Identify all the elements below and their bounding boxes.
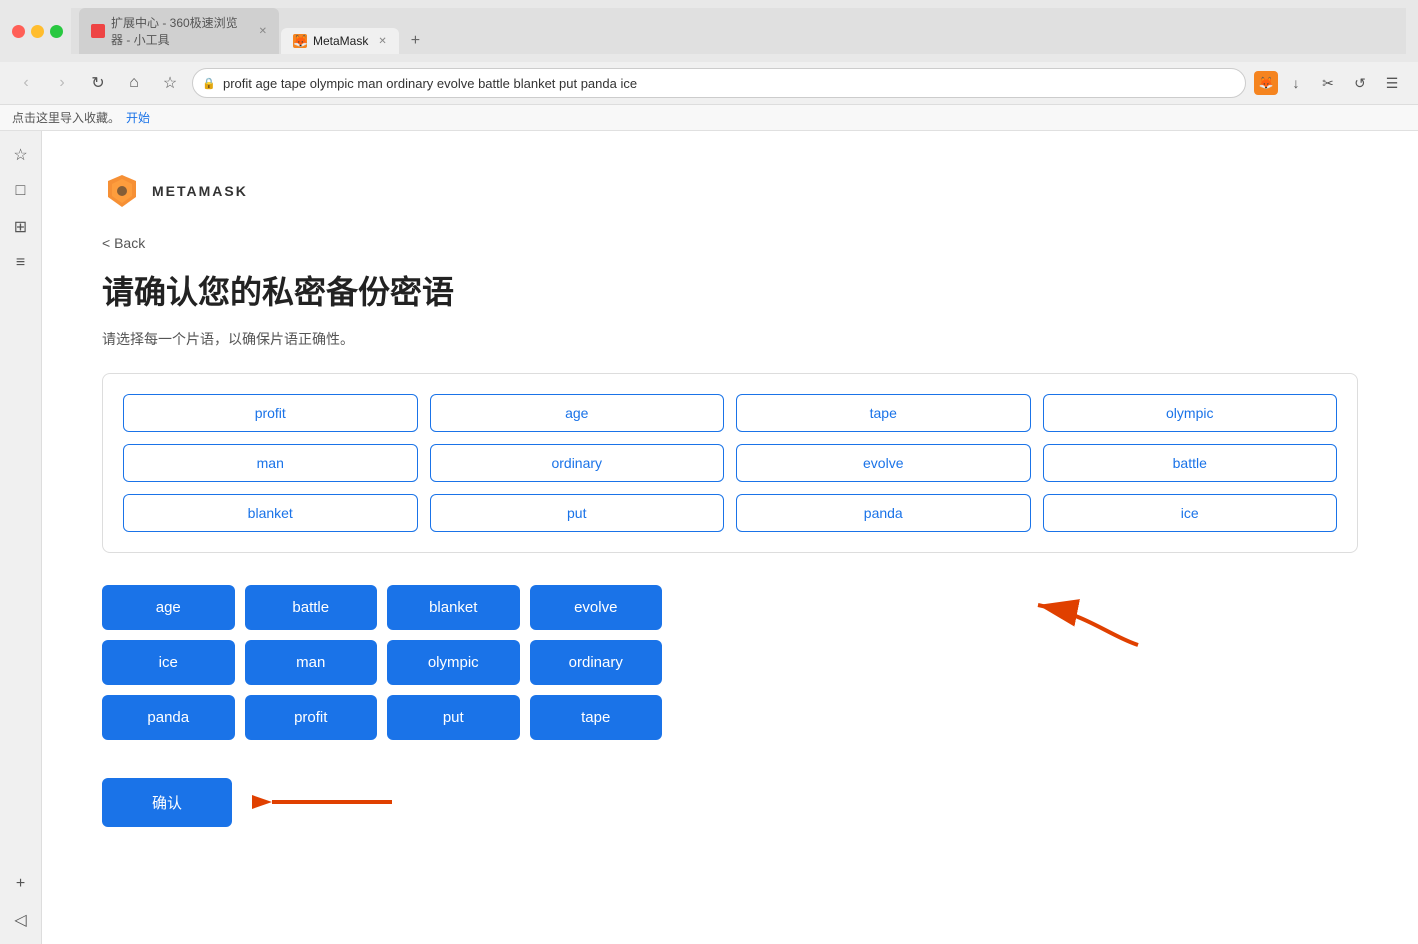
- forward-nav-button[interactable]: ›: [48, 69, 76, 97]
- history-button[interactable]: ↺: [1346, 69, 1374, 97]
- sidebar-icon-grid[interactable]: ⊞: [9, 215, 33, 239]
- word-buttons-grid: age battle blanket evolve ice man olympi…: [102, 585, 662, 740]
- bookmark-bar: 点击这里导入收藏。 开始: [0, 105, 1418, 131]
- maximize-button[interactable]: [50, 25, 63, 38]
- metamask-extension-icon[interactable]: 🦊: [1254, 71, 1278, 95]
- arrow-right-svg: [958, 555, 1158, 655]
- 360-favicon: [91, 24, 105, 38]
- word-btn-ordinary[interactable]: ordinary: [530, 640, 663, 685]
- window-controls: [12, 25, 63, 38]
- tab-extensions-close[interactable]: ✕: [259, 26, 267, 37]
- word-btn-evolve[interactable]: evolve: [530, 585, 663, 630]
- home-button[interactable]: ⌂: [120, 69, 148, 97]
- word-chip-ice[interactable]: ice: [1043, 494, 1338, 532]
- word-chip-blanket[interactable]: blanket: [123, 494, 418, 532]
- word-chip-age[interactable]: age: [430, 394, 725, 432]
- word-chip-put[interactable]: put: [430, 494, 725, 532]
- word-btn-put[interactable]: put: [387, 695, 520, 740]
- tab-extensions[interactable]: 扩展中心 - 360极速浏览器 - 小工具 ✕: [79, 8, 279, 54]
- word-chip-profit[interactable]: profit: [123, 394, 418, 432]
- word-chip-tape[interactable]: tape: [736, 394, 1031, 432]
- word-buttons-area: age battle blanket evolve ice man olympi…: [102, 585, 1358, 772]
- confirm-button[interactable]: 确认: [102, 778, 232, 827]
- word-btn-age[interactable]: age: [102, 585, 235, 630]
- word-btn-man[interactable]: man: [245, 640, 378, 685]
- minimize-button[interactable]: [31, 25, 44, 38]
- word-chip-evolve[interactable]: evolve: [736, 444, 1031, 482]
- address-input[interactable]: [192, 68, 1246, 98]
- nav-right-buttons: 🦊 ↓ ✂ ↺ ☰: [1254, 69, 1406, 97]
- arrow-left-svg: [252, 772, 412, 832]
- tab-metamask-label: MetaMask: [313, 34, 368, 48]
- metamask-favicon: 🦊: [293, 34, 307, 48]
- bookmark-start-link[interactable]: 开始: [126, 109, 150, 126]
- address-bar-wrap: 🔒: [192, 68, 1246, 98]
- browser-body: ☆ □ ⊞ ≡ + ◁ METAMASK: [0, 131, 1418, 944]
- sidebar-bottom: + ◁: [9, 872, 33, 932]
- word-btn-tape[interactable]: tape: [530, 695, 663, 740]
- sidebar-icon-star[interactable]: ☆: [9, 143, 33, 167]
- word-chip-panda[interactable]: panda: [736, 494, 1031, 532]
- refresh-button[interactable]: ↻: [84, 69, 112, 97]
- address-lock-icon: 🔒: [202, 77, 216, 90]
- tabs-bar: 扩展中心 - 360极速浏览器 - 小工具 ✕ 🦊 MetaMask ✕ +: [71, 8, 1406, 54]
- metamask-header: METAMASK: [102, 171, 1358, 211]
- sidebar-icon-page[interactable]: □: [9, 179, 33, 203]
- word-btn-battle[interactable]: battle: [245, 585, 378, 630]
- word-chip-olympic[interactable]: olympic: [1043, 394, 1338, 432]
- word-btn-profit[interactable]: profit: [245, 695, 378, 740]
- word-btn-blanket[interactable]: blanket: [387, 585, 520, 630]
- word-btn-olympic[interactable]: olympic: [387, 640, 520, 685]
- metamask-logo: [102, 171, 142, 211]
- word-btn-panda[interactable]: panda: [102, 695, 235, 740]
- scissors-button[interactable]: ✂: [1314, 69, 1342, 97]
- word-btn-ice[interactable]: ice: [102, 640, 235, 685]
- browser-window: 扩展中心 - 360极速浏览器 - 小工具 ✕ 🦊 MetaMask ✕ + ‹…: [0, 0, 1418, 944]
- menu-button[interactable]: ☰: [1378, 69, 1406, 97]
- tab-metamask[interactable]: 🦊 MetaMask ✕: [281, 28, 399, 54]
- word-chip-battle[interactable]: battle: [1043, 444, 1338, 482]
- bookmark-star-button[interactable]: ☆: [156, 69, 184, 97]
- title-bar: 扩展中心 - 360极速浏览器 - 小工具 ✕ 🦊 MetaMask ✕ +: [0, 0, 1418, 62]
- word-chip-man[interactable]: man: [123, 444, 418, 482]
- page-subtitle: 请选择每一个片语，以确保片语正确性。: [102, 329, 1358, 349]
- back-link[interactable]: < Back: [102, 235, 145, 251]
- sidebar: ☆ □ ⊞ ≡ + ◁: [0, 131, 42, 944]
- sidebar-collapse-icon[interactable]: ◁: [9, 908, 33, 932]
- sidebar-icon-menu[interactable]: ≡: [9, 251, 33, 275]
- confirm-row: 确认: [102, 772, 1358, 832]
- word-selection-container: profit age tape olympic man ordinary evo…: [102, 373, 1358, 553]
- metamask-brand-title: METAMASK: [152, 183, 248, 199]
- page-title: 请确认您的私密备份密语: [102, 267, 1358, 313]
- tab-extensions-label: 扩展中心 - 360极速浏览器 - 小工具: [111, 14, 249, 48]
- bookmark-text: 点击这里导入收藏。: [12, 109, 120, 126]
- new-tab-button[interactable]: +: [401, 28, 430, 54]
- word-selection-grid: profit age tape olympic man ordinary evo…: [123, 394, 1337, 532]
- sidebar-add-icon[interactable]: +: [9, 872, 33, 896]
- back-nav-button[interactable]: ‹: [12, 69, 40, 97]
- close-button[interactable]: [12, 25, 25, 38]
- nav-bar: ‹ › ↻ ⌂ ☆ 🔒 🦊 ↓ ✂ ↺ ☰: [0, 62, 1418, 105]
- word-chip-ordinary[interactable]: ordinary: [430, 444, 725, 482]
- download-button[interactable]: ↓: [1282, 69, 1310, 97]
- main-content: METAMASK < Back 请确认您的私密备份密语 请选择每一个片语，以确保…: [42, 131, 1418, 944]
- tab-metamask-close[interactable]: ✕: [378, 36, 386, 47]
